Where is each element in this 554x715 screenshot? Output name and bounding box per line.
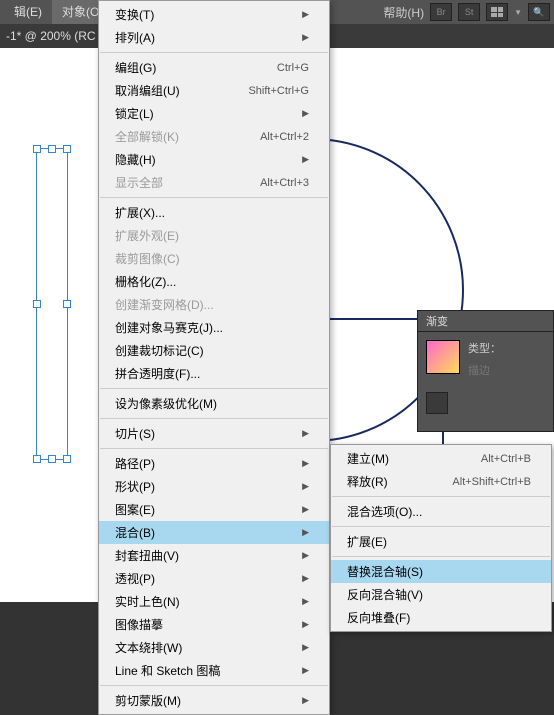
layout-icon[interactable] [486,3,508,21]
menu-edit[interactable]: 辑(E) [4,0,52,24]
object-menu-item-14: 创建渐变网格(D)... [99,293,329,316]
object-menu-item-27[interactable]: 封套扭曲(V)▶ [99,544,329,567]
blend-submenu: 建立(M)Alt+Ctrl+B释放(R)Alt+Shift+Ctrl+B 混合选项… [330,444,552,632]
object-menu-item-11: 扩展外观(E) [99,224,329,247]
stock-icon[interactable]: St [458,3,480,21]
gradient-panel-title[interactable]: 渐变 [418,311,553,332]
object-menu-item-5[interactable]: 锁定(L)▶ [99,102,329,125]
blend-menu-item-0[interactable]: 建立(M)Alt+Ctrl+B [331,447,551,470]
object-menu-item-23[interactable]: 路径(P)▶ [99,452,329,475]
object-menu-item-21[interactable]: 切片(S)▶ [99,422,329,445]
object-menu-item-15[interactable]: 创建对象马赛克(J)... [99,316,329,339]
search-icon[interactable]: 🔍 [528,3,550,21]
stroke-label: 描边 [468,362,501,378]
gradient-panel: 渐变 类型： 描边 [417,310,554,432]
blend-menu-item-8[interactable]: 反向混合轴(V) [331,583,551,606]
object-menu-item-3[interactable]: 编组(G)Ctrl+G [99,56,329,79]
object-menu-item-25[interactable]: 图案(E)▶ [99,498,329,521]
object-menu-item-17[interactable]: 拼合透明度(F)... [99,362,329,385]
object-menu-item-26[interactable]: 混合(B)▶ [99,521,329,544]
object-menu-item-4[interactable]: 取消编组(U)Shift+Ctrl+G [99,79,329,102]
object-menu-item-7[interactable]: 隐藏(H)▶ [99,148,329,171]
object-menu-item-0[interactable]: 变换(T)▶ [99,3,329,26]
blend-menu-item-9[interactable]: 反向堆叠(F) [331,606,551,629]
gradient-type-label: 类型： [468,343,501,355]
object-menu-item-8: 显示全部Alt+Ctrl+3 [99,171,329,194]
top-right-icons: 帮助(H) Br St ▼ 🔍 [383,3,550,21]
chevron-down-icon: ▼ [514,8,522,17]
object-menu-item-10[interactable]: 扩展(X)... [99,201,329,224]
object-menu-item-30[interactable]: 图像描摹▶ [99,613,329,636]
blend-menu-item-7[interactable]: 替换混合轴(S) [331,560,551,583]
object-menu-item-12: 裁剪图像(C) [99,247,329,270]
object-menu-item-32[interactable]: Line 和 Sketch 图稿▶ [99,659,329,682]
object-dropdown-menu: 变换(T)▶排列(A)▶ 编组(G)Ctrl+G取消编组(U)Shift+Ctrl… [98,0,330,715]
object-menu-item-16[interactable]: 创建裁切标记(C) [99,339,329,362]
object-menu-item-24[interactable]: 形状(P)▶ [99,475,329,498]
blend-menu-item-3[interactable]: 混合选项(O)... [331,500,551,523]
object-menu-item-1[interactable]: 排列(A)▶ [99,26,329,49]
gradient-swatch[interactable] [426,340,460,374]
object-menu-item-19[interactable]: 设为像素级优化(M) [99,392,329,415]
selection-box-1 [36,148,68,460]
document-tab[interactable]: -1* @ 200% (RC [6,29,96,43]
fill-stroke-swatch[interactable] [426,392,448,414]
object-menu-item-13[interactable]: 栅格化(Z)... [99,270,329,293]
object-menu-item-28[interactable]: 透视(P)▶ [99,567,329,590]
object-menu-item-31[interactable]: 文本绕排(W)▶ [99,636,329,659]
object-menu-item-34[interactable]: 剪切蒙版(M)▶ [99,689,329,712]
blend-menu-item-1[interactable]: 释放(R)Alt+Shift+Ctrl+B [331,470,551,493]
menu-help[interactable]: 帮助(H) [383,4,424,21]
bridge-icon[interactable]: Br [430,3,452,21]
object-menu-item-6: 全部解锁(K)Alt+Ctrl+2 [99,125,329,148]
blend-menu-item-5[interactable]: 扩展(E) [331,530,551,553]
